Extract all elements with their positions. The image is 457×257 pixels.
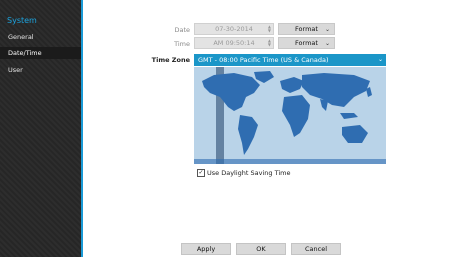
time-format-button[interactable]: Format ⌄ (278, 37, 335, 49)
chevron-down-icon: ⌄ (324, 40, 330, 47)
date-format-label: Format (295, 25, 318, 33)
sidebar: System General Date/Time User (0, 0, 83, 257)
dst-checkbox-row[interactable]: ✓ Use Daylight Saving Time (197, 169, 291, 177)
sidebar-item-user[interactable]: User (0, 64, 81, 76)
dst-label: Use Daylight Saving Time (207, 169, 291, 177)
date-value: 07-30-2014 (215, 25, 253, 33)
timezone-select[interactable]: GMT - 08:00 Pacific Time (US & Canada) ⌄ (194, 54, 386, 66)
timezone-label: Time Zone (151, 56, 190, 64)
cancel-button[interactable]: Cancel (291, 243, 341, 255)
date-field[interactable]: 07-30-2014 ▲ ▼ (194, 23, 274, 35)
timezone-map[interactable] (194, 67, 386, 164)
date-spinner-icon[interactable]: ▲ ▼ (268, 25, 271, 33)
time-value: AM 09:50:14 (213, 39, 255, 47)
date-label: Date (174, 26, 190, 34)
dst-checkbox[interactable]: ✓ (197, 169, 205, 177)
world-map-icon (194, 67, 386, 164)
time-format-label: Format (295, 39, 318, 47)
chevron-down-icon: ⌄ (324, 26, 330, 33)
time-label: Time (174, 40, 190, 48)
sidebar-item-date-time[interactable]: Date/Time (0, 47, 81, 59)
apply-button[interactable]: Apply (181, 243, 231, 255)
date-format-button[interactable]: Format ⌄ (278, 23, 335, 35)
sidebar-title: System (7, 16, 37, 25)
timezone-value: GMT - 08:00 Pacific Time (US & Canada) (198, 56, 329, 64)
ok-button[interactable]: OK (236, 243, 286, 255)
time-field[interactable]: AM 09:50:14 ▲ ▼ (194, 37, 274, 49)
time-spinner-icon[interactable]: ▲ ▼ (268, 39, 271, 47)
sidebar-item-general[interactable]: General (0, 31, 81, 43)
chevron-down-icon: ⌄ (377, 56, 383, 63)
